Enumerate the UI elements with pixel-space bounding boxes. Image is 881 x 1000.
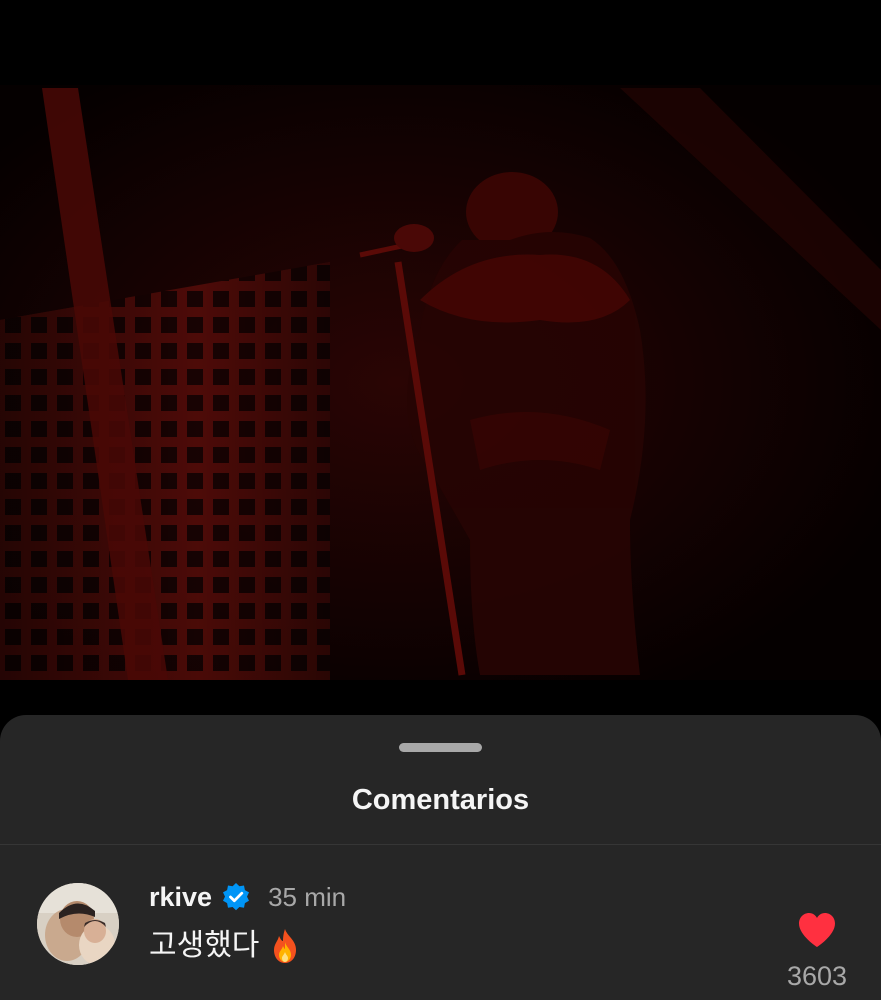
sheet-drag-handle[interactable] — [399, 743, 482, 752]
comment-text: 고생했다 — [149, 929, 260, 962]
avatar-image — [37, 883, 119, 965]
like-heart-icon[interactable] — [797, 911, 837, 949]
post-media[interactable] — [0, 0, 881, 720]
app-screen: Comentarios rkive 35 min 고생했다 3603 — [0, 0, 881, 1000]
comments-sheet: Comentarios rkive 35 min 고생했다 3603 — [0, 715, 881, 1000]
like-count: 3603 — [786, 961, 848, 991]
comment-timestamp: 35 min — [268, 882, 347, 912]
verified-badge-icon — [221, 882, 251, 912]
concert-photo — [0, 0, 881, 720]
sheet-title: Comentarios — [351, 784, 530, 816]
comment-username[interactable]: rkive — [149, 881, 212, 913]
comment-item: rkive 35 min 고생했다 3603 — [0, 845, 881, 1000]
comment-text-row: 고생했다 — [149, 926, 301, 966]
avatar[interactable] — [37, 883, 119, 965]
comment-header: rkive 35 min — [149, 880, 346, 914]
fire-icon — [269, 928, 301, 964]
